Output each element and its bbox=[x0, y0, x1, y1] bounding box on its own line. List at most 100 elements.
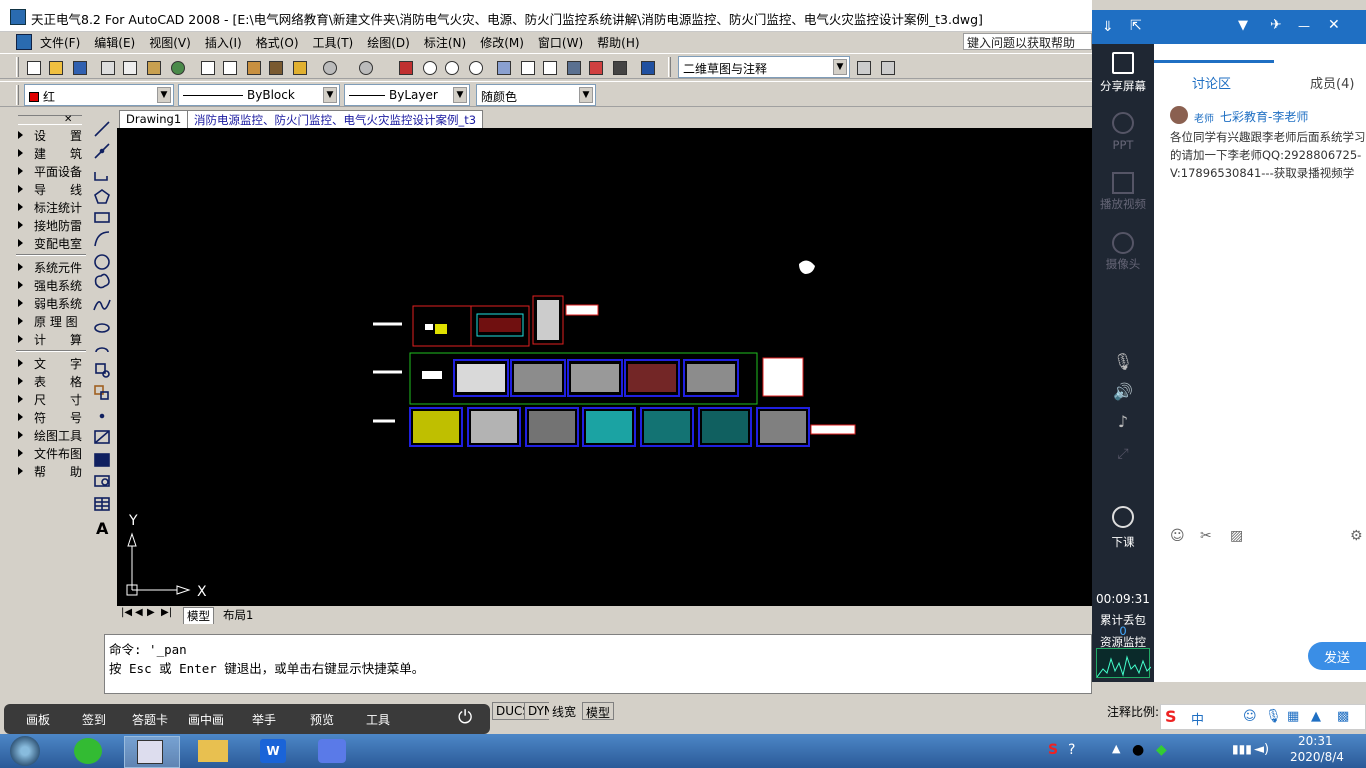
tools-button[interactable]: 工具 bbox=[366, 711, 390, 728]
tray-expand-icon[interactable]: ▲ bbox=[1112, 742, 1120, 755]
menu-strong-current[interactable]: 强电系统 bbox=[18, 276, 86, 294]
close-icon[interactable]: ✕ bbox=[64, 114, 72, 125]
share-screen-icon[interactable] bbox=[1112, 52, 1134, 74]
menu-grounding[interactable]: 接地防雷 bbox=[18, 216, 86, 234]
pan-icon[interactable] bbox=[396, 58, 414, 76]
share-screen-label[interactable]: 分享屏幕 bbox=[1092, 78, 1154, 94]
menu-system-components[interactable]: 系统元件 bbox=[18, 258, 86, 276]
minimize-icon[interactable]: — bbox=[1298, 19, 1310, 33]
scissors-icon[interactable]: ✂ bbox=[1200, 528, 1212, 544]
collapse-icon[interactable]: ⇓ bbox=[1102, 19, 1114, 35]
menu-modify[interactable]: 修改(M) bbox=[480, 34, 524, 51]
menu-substation[interactable]: 变配电室 bbox=[18, 234, 86, 252]
volume-icon[interactable]: ◄) bbox=[1254, 742, 1269, 757]
help-tray-icon[interactable]: ? bbox=[1068, 742, 1075, 758]
close-icon[interactable]: ✕ bbox=[1328, 17, 1340, 33]
shield-icon[interactable]: ◆ bbox=[1156, 742, 1167, 758]
cut-icon[interactable] bbox=[198, 58, 216, 76]
block-editor-icon[interactable] bbox=[290, 58, 308, 76]
popout-icon[interactable]: ⇱ bbox=[1130, 18, 1142, 34]
calculator-icon[interactable] bbox=[610, 58, 628, 76]
menu-format[interactable]: 格式(O) bbox=[256, 34, 299, 51]
command-history[interactable]: 命令: '_pan 按 Esc 或 Enter 键退出，或单击右键显示快捷菜单。 bbox=[104, 634, 1092, 694]
clock-date[interactable]: 2020/8/4 bbox=[1290, 750, 1344, 764]
classroom-app-icon[interactable] bbox=[318, 739, 346, 763]
start-button[interactable] bbox=[10, 736, 40, 766]
last-tab-icon[interactable]: ▶| bbox=[161, 607, 172, 618]
tab-layout1[interactable]: 布局1 bbox=[223, 607, 253, 623]
camera-icon[interactable] bbox=[1112, 232, 1134, 254]
publish-icon[interactable] bbox=[144, 58, 162, 76]
menu-edit[interactable]: 编辑(E) bbox=[94, 34, 135, 51]
color-select[interactable]: 红 ▼ bbox=[24, 84, 174, 106]
play-video-label[interactable]: 播放视频 bbox=[1092, 196, 1154, 212]
send-button[interactable]: 发送 bbox=[1308, 642, 1366, 670]
menu-table[interactable]: 表 格 bbox=[18, 372, 86, 390]
redo-icon[interactable] bbox=[356, 58, 374, 76]
zoom-previous-icon[interactable] bbox=[466, 58, 484, 76]
ppt-icon[interactable] bbox=[1112, 112, 1134, 134]
menu-dimension[interactable]: 尺 寸 bbox=[18, 390, 86, 408]
drawing-canvas[interactable]: Y X bbox=[117, 128, 1092, 606]
sogou-icon[interactable]: S bbox=[1048, 742, 1058, 758]
menu-view[interactable]: 视图(V) bbox=[149, 34, 191, 51]
lineweight-select[interactable]: ByLayer ▼ bbox=[344, 84, 470, 106]
match-properties-icon[interactable] bbox=[266, 58, 284, 76]
paste-icon[interactable] bbox=[244, 58, 262, 76]
menu-help[interactable]: 帮 助 bbox=[18, 462, 86, 480]
menu-insert[interactable]: 插入(I) bbox=[205, 34, 242, 51]
qq-icon[interactable]: ● bbox=[1132, 742, 1144, 758]
save-icon[interactable] bbox=[70, 58, 88, 76]
microphone-icon[interactable]: 🎙 bbox=[1265, 709, 1282, 724]
tab-active-drawing[interactable]: 消防电源监控、防火门监控、电气火灾监控设计案例_t3 bbox=[187, 110, 484, 128]
tab-model[interactable]: 模型 bbox=[183, 607, 214, 625]
toolbox-icon[interactable]: ▩ bbox=[1337, 709, 1349, 724]
chevron-down-icon[interactable]: ▼ bbox=[1238, 18, 1248, 33]
document-icon[interactable] bbox=[16, 34, 32, 50]
menu-text[interactable]: 文 字 bbox=[18, 354, 86, 372]
help-search-input[interactable]: 键入问题以获取帮助 bbox=[963, 33, 1092, 50]
camera-label[interactable]: 摄像头 bbox=[1092, 256, 1154, 272]
markup-icon[interactable] bbox=[586, 58, 604, 76]
zoom-window-icon[interactable] bbox=[442, 58, 460, 76]
preview-button[interactable]: 预览 bbox=[310, 711, 334, 728]
prev-tab-icon[interactable]: ◀ bbox=[135, 607, 143, 618]
menu-calculation[interactable]: 计 算 bbox=[18, 330, 86, 348]
settings-icon[interactable]: ⚙ bbox=[1350, 528, 1363, 544]
music-icon[interactable]: ♪ bbox=[1092, 412, 1154, 431]
lineweight-toggle[interactable]: 线宽 bbox=[549, 702, 580, 720]
end-class-label[interactable]: 下课 bbox=[1092, 534, 1154, 550]
sheet-set-icon[interactable] bbox=[564, 58, 582, 76]
tab-discussion[interactable]: 讨论区 bbox=[1192, 73, 1231, 92]
emoji-icon[interactable]: ☺ bbox=[1170, 528, 1185, 544]
menu-window[interactable]: 窗口(W) bbox=[538, 34, 583, 51]
properties-icon[interactable] bbox=[494, 58, 512, 76]
menu-plan-equipment[interactable]: 平面设备 bbox=[18, 162, 86, 180]
toolbar-grip[interactable] bbox=[668, 57, 671, 77]
copy-icon[interactable] bbox=[220, 58, 238, 76]
panel-header[interactable] bbox=[18, 115, 82, 125]
open-icon[interactable] bbox=[46, 58, 64, 76]
menu-building[interactable]: 建 筑 bbox=[18, 144, 86, 162]
menu-help[interactable]: 帮助(H) bbox=[597, 34, 639, 51]
toolbar-grip[interactable] bbox=[16, 57, 19, 77]
new-icon[interactable] bbox=[24, 58, 42, 76]
menu-drawing-tools[interactable]: 绘图工具 bbox=[18, 426, 86, 444]
globe-icon[interactable] bbox=[168, 58, 186, 76]
whiteboard-button[interactable]: 画板 bbox=[26, 711, 50, 728]
clock-time[interactable]: 20:31 bbox=[1298, 734, 1333, 748]
preview-icon[interactable] bbox=[120, 58, 138, 76]
menu-wire[interactable]: 导 线 bbox=[18, 180, 86, 198]
undo-icon[interactable] bbox=[320, 58, 338, 76]
pin-icon[interactable]: ✈ bbox=[1270, 17, 1282, 33]
play-video-icon[interactable] bbox=[1112, 172, 1134, 194]
tangent-app-icon[interactable] bbox=[124, 736, 180, 768]
next-tab-icon[interactable]: ▶ bbox=[147, 607, 155, 618]
help-icon[interactable] bbox=[638, 58, 656, 76]
sogou-logo-icon[interactable]: S bbox=[1165, 707, 1177, 726]
first-tab-icon[interactable]: |◀ bbox=[121, 607, 132, 618]
ppt-label[interactable]: PPT bbox=[1092, 138, 1154, 152]
menu-annotation-stats[interactable]: 标注统计 bbox=[18, 198, 86, 216]
menu-tools[interactable]: 工具(T) bbox=[313, 34, 354, 51]
keyboard-icon[interactable]: ▦ bbox=[1287, 709, 1299, 724]
